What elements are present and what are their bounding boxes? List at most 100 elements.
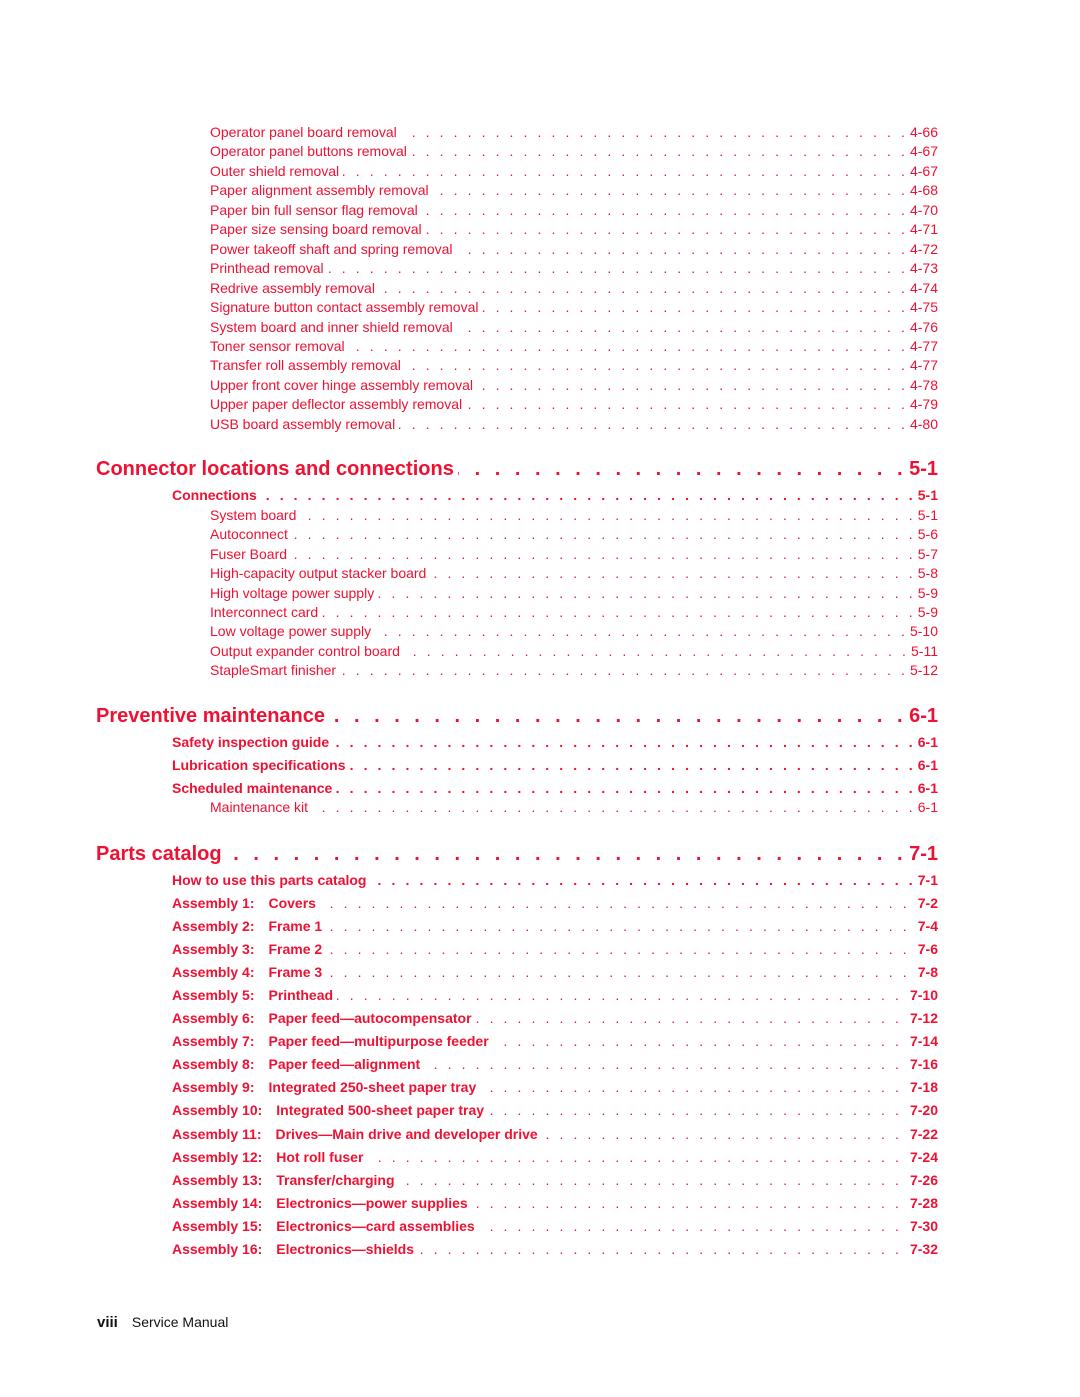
toc-entry[interactable]: Upper front cover hinge assembly removal… (210, 376, 938, 395)
toc-entry[interactable]: System board and inner shield removal . … (210, 318, 938, 337)
dot-leader: . . . . . . . . . . . . . . . . . . . . … (457, 318, 908, 335)
page-number: 7-32 (909, 1240, 938, 1257)
dot-leader: . . . . . . . . . . . . . . . . . . . . … (326, 918, 910, 935)
chapter-heading[interactable]: Preventive maintenance . . . . . . . . .… (96, 703, 938, 729)
toc-section[interactable]: Safety inspection guide . . . . . . . . … (172, 733, 938, 752)
dot-leader: . . . . . . . . . . . . . . . . . . . . … (291, 545, 916, 562)
toc-section[interactable]: How to use this parts catalog . . . . . … (172, 871, 938, 890)
page-number: 5-11 (911, 642, 938, 659)
assembly-entry[interactable]: Assembly 1: Covers . . . . . . . . . . . … (172, 894, 938, 913)
toc-section[interactable]: Connections . . . . . . . . . . . . . . … (172, 486, 938, 505)
assembly-entry[interactable]: Assembly 8: Paper feed—alignment . . . . … (172, 1055, 938, 1074)
toc-entry[interactable]: High-capacity output stacker board . . .… (210, 564, 938, 583)
page-number: 6-1 (917, 780, 938, 796)
toc-section[interactable]: Scheduled maintenance . . . . . . . . . … (172, 779, 938, 798)
page-number: 7-28 (909, 1194, 938, 1211)
assembly-entry[interactable]: Assembly 2: Frame 1 . . . . . . . . . . .… (172, 917, 938, 936)
toc-entry[interactable]: Fuser Board . . . . . . . . . . . . . . … (210, 545, 938, 564)
chapter-heading[interactable]: Connector locations and connections . . … (96, 456, 938, 482)
assembly-entry[interactable]: Assembly 11: Drives—Main drive and develo… (172, 1125, 938, 1144)
page-number: 6-1 (917, 734, 938, 750)
dot-leader: . . . . . . . . . . . . . . . . . . . . … (336, 780, 916, 796)
toc-entry[interactable]: Signature button contact assembly remova… (210, 298, 938, 317)
dot-leader: . . . . . . . . . . . . . . . . . . . . … (405, 357, 908, 374)
page-number: 4-66 (909, 124, 938, 140)
dot-leader: . . . . . . . . . . . . . . . . . . . . … (424, 1056, 902, 1073)
assembly-entry[interactable]: Assembly 15: Electronics—card assemblies … (172, 1217, 938, 1236)
toc-entry[interactable]: Low voltage power supply . . . . . . . .… (210, 622, 938, 641)
toc-entry[interactable]: Interconnect card . . . . . . . . . . . … (210, 603, 938, 622)
toc-entry[interactable]: Toner sensor removal . . . . . . . . . .… (210, 337, 938, 356)
toc-entry[interactable]: Outer shield removal . . . . . . . . . .… (210, 162, 938, 181)
toc-entry[interactable]: StapleSmart finisher . . . . . . . . . .… (210, 661, 938, 680)
toc-entry[interactable]: Upper paper deflector assembly removal .… (210, 395, 938, 414)
toc-entry[interactable]: Output expander control board . . . . . … (210, 642, 938, 661)
toc-entry[interactable]: Paper bin full sensor flag removal . . .… (210, 201, 938, 220)
assembly-entry[interactable]: Assembly 16: Electronics—shields . . . . … (172, 1240, 938, 1259)
toc-entry[interactable]: Paper size sensing board removal . . . .… (210, 220, 938, 239)
chapter-heading[interactable]: Parts catalog . . . . . . . . . . . . . … (96, 841, 938, 867)
toc-entry[interactable]: Operator panel board removal . . . . . .… (210, 123, 938, 142)
page-number: 7-22 (909, 1125, 938, 1142)
dot-leader: . . . . . . . . . . . . . . . . . . . . … (261, 487, 916, 503)
entry-title: Safety inspection guide (172, 734, 330, 750)
toc-entry[interactable]: Autoconnect . . . . . . . . . . . . . . … (210, 525, 938, 544)
assembly-title: Electronics—card assemblies (276, 1217, 475, 1234)
assembly-entry[interactable]: Assembly 6: Paper feed—autocompensator . … (172, 1009, 938, 1028)
footer-page-number: viii (97, 1314, 118, 1331)
footer-document-title: Service Manual (131, 1314, 229, 1330)
dot-leader: . . . . . . . . . . . . . . . . . . . . … (477, 376, 908, 393)
entry-title: Assembly 10: Integrated 500-sheet paper t… (172, 1101, 488, 1120)
entry-title: System board and inner shield removal (210, 318, 453, 335)
toc-entry[interactable]: Paper alignment assembly removal . . . .… (210, 181, 938, 200)
page-number: 4-77 (909, 357, 938, 374)
toc-entry[interactable]: Printhead removal . . . . . . . . . . . … (210, 259, 938, 278)
toc-entry[interactable]: USB board assembly removal . . . . . . .… (210, 415, 938, 434)
page-number: 7-24 (909, 1148, 938, 1165)
assembly-entry[interactable]: Assembly 10: Integrated 500-sheet paper t… (172, 1101, 938, 1120)
toc-entry[interactable]: Transfer roll assembly removal . . . . .… (210, 356, 938, 375)
page-footer: viii Service Manual (97, 1314, 228, 1331)
dot-leader: . . . . . . . . . . . . . . . . . . . . … (329, 705, 908, 727)
dot-leader: . . . . . . . . . . . . . . . . . . . . … (399, 415, 908, 432)
dot-leader: . . . . . . . . . . . . . . . . . . . . … (475, 1010, 902, 1027)
page-number: 7-20 (909, 1102, 938, 1119)
dot-leader: . . . . . . . . . . . . . . . . . . . . … (349, 757, 916, 773)
page-number: 4-80 (909, 415, 938, 432)
page-number: 7-14 (909, 1033, 938, 1050)
toc-entry[interactable]: Redrive assembly removal . . . . . . . .… (210, 279, 938, 298)
assembly-entry[interactable]: Assembly 12: Hot roll fuser . . . . . . .… (172, 1148, 938, 1167)
dot-leader: . . . . . . . . . . . . . . . . . . . . … (404, 642, 910, 659)
assembly-entry[interactable]: Assembly 3: Frame 2 . . . . . . . . . . .… (172, 940, 938, 959)
dot-leader: . . . . . . . . . . . . . . . . . . . . … (292, 526, 916, 543)
entry-title: Assembly 15: Electronics—card assemblies (172, 1217, 479, 1236)
assembly-entry[interactable]: Assembly 4: Frame 3 . . . . . . . . . . .… (172, 963, 938, 982)
entry-title: Assembly 1: Covers (172, 894, 320, 913)
page-number: 4-72 (909, 240, 938, 257)
dot-leader: . . . . . . . . . . . . . . . . . . . . … (493, 1033, 902, 1050)
dot-leader: . . . . . . . . . . . . . . . . . . . . … (482, 299, 908, 316)
toc-section[interactable]: Lubrication specifications . . . . . . .… (172, 756, 938, 775)
entry-title: Maintenance kit (210, 799, 309, 815)
assembly-entry[interactable]: Assembly 13: Transfer/charging . . . . . … (172, 1171, 938, 1190)
dot-leader: . . . . . . . . . . . . . . . . . . . . … (349, 337, 908, 354)
toc-entry[interactable]: Operator panel buttons removal . . . . .… (210, 142, 938, 161)
page-number: 7-1 (909, 843, 938, 865)
dot-leader: . . . . . . . . . . . . . . . . . . . . … (401, 124, 908, 140)
dot-leader: . . . . . . . . . . . . . . . . . . . . … (226, 843, 908, 865)
assembly-title: Frame 1 (268, 918, 323, 935)
entry-title: Assembly 4: Frame 3 (172, 963, 326, 982)
assembly-entry[interactable]: Assembly 9: Integrated 250-sheet paper tr… (172, 1078, 938, 1097)
toc-entry[interactable]: Maintenance kit . . . . . . . . . . . . … (210, 798, 938, 817)
assembly-label: Assembly 1: (172, 895, 255, 911)
assembly-title: Hot roll fuser (276, 1148, 364, 1165)
assembly-entry[interactable]: Assembly 5: Printhead . . . . . . . . . .… (172, 986, 938, 1005)
dot-leader: . . . . . . . . . . . . . . . . . . . . … (337, 987, 902, 1004)
toc-entry[interactable]: Power takeoff shaft and spring removal .… (210, 240, 938, 259)
assembly-entry[interactable]: Assembly 14: Electronics—power supplies .… (172, 1194, 938, 1213)
dot-leader: . . . . . . . . . . . . . . . . . . . . … (340, 662, 908, 679)
dot-leader: . . . . . . . . . . . . . . . . . . . . … (326, 941, 910, 958)
assembly-entry[interactable]: Assembly 7: Paper feed—multipurpose feede… (172, 1032, 938, 1051)
toc-entry[interactable]: High voltage power supply . . . . . . . … (210, 584, 938, 603)
toc-entry[interactable]: System board . . . . . . . . . . . . . .… (210, 506, 938, 525)
